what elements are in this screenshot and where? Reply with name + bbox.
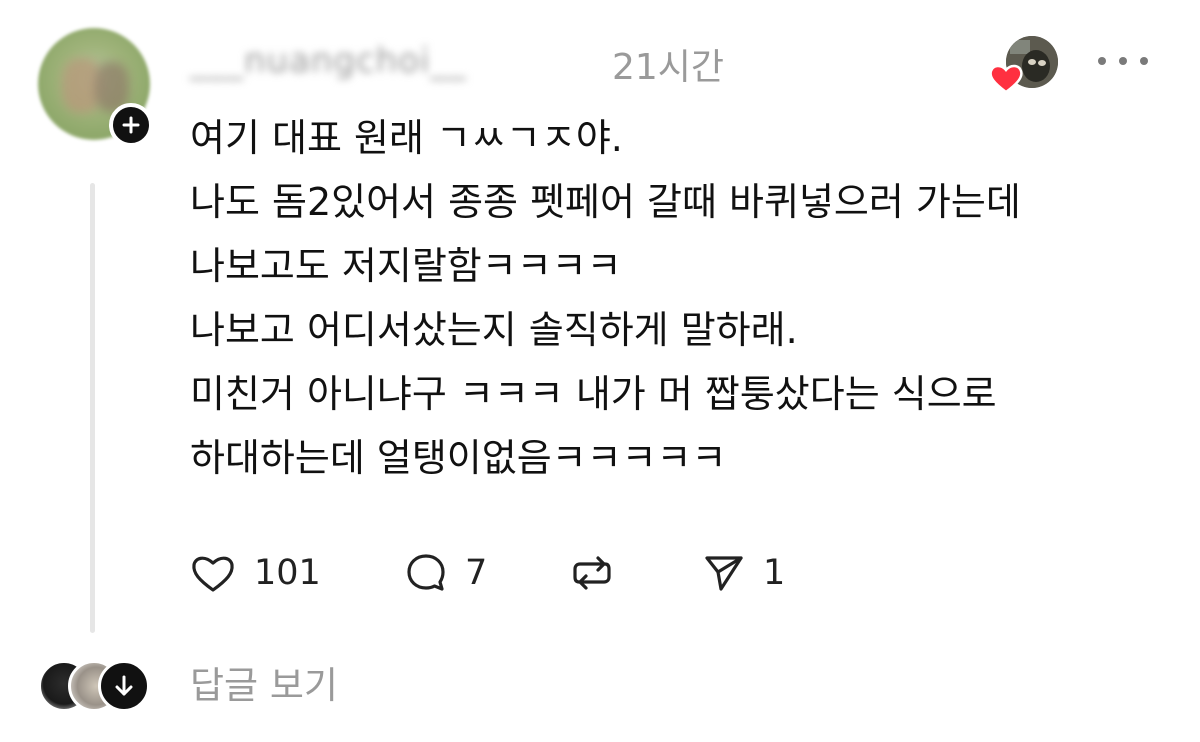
post-body-line: 나보고도 저지랄함ㅋㅋㅋㅋ [190,244,622,288]
share-button[interactable]: 1 [703,552,823,594]
heart-outline-icon [192,556,234,592]
post-body-line: 하대하는데 얼탱이없음ㅋㅋㅋㅋㅋ [190,436,727,480]
more-dot [1119,57,1127,65]
comment-count: 7 [465,553,488,593]
heart-icon [989,64,1023,94]
more-dot [1098,57,1106,65]
like-button[interactable]: 101 [190,552,340,594]
expand-replies-button[interactable] [98,660,150,712]
action-bar: 101 7 1 [190,548,823,598]
post-body-line: 나도 돔2있어서 종종 펫페어 갈때 바퀴넣으러 가는데 [190,180,1021,224]
post-body-line: 나보고 어디서샀는지 솔직하게 말하래. [190,308,798,352]
thread-post: ___nuangchoi__ 21시간 여기 대표 원래 ㄱㅆㄱㅈ야. 나도 돔… [0,0,1200,742]
post-timestamp: 21시간 [612,47,725,88]
view-replies-link[interactable]: 답글 보기 [190,660,338,712]
plus-icon [122,116,140,134]
author-username-text: ___nuangchoi__ [190,41,467,81]
post-body-line: 미친거 아니냐구 ㅋㅋㅋ 내가 머 짭퉁샀다는 식으로 [190,372,997,416]
reply-avatars[interactable] [38,660,158,712]
comment-icon [407,554,445,591]
comment-button[interactable]: 7 [405,552,570,594]
like-count: 101 [254,553,321,593]
follow-button[interactable] [109,103,153,147]
author-username[interactable]: ___nuangchoi__ [190,40,595,82]
arrow-down-icon [115,675,133,696]
repost-icon [573,556,611,590]
send-icon [705,556,743,591]
thread-line [90,183,95,633]
share-count: 1 [763,553,786,593]
more-options-button[interactable] [1098,46,1148,76]
repost-button[interactable] [570,552,700,594]
post-body-line: 여기 대표 원래 ㄱㅆㄱㅈ야. [190,116,623,160]
post-body: 여기 대표 원래 ㄱㅆㄱㅈ야. 나도 돔2있어서 종종 펫페어 갈때 바퀴넣으러… [190,106,1180,490]
more-dot [1140,57,1148,65]
